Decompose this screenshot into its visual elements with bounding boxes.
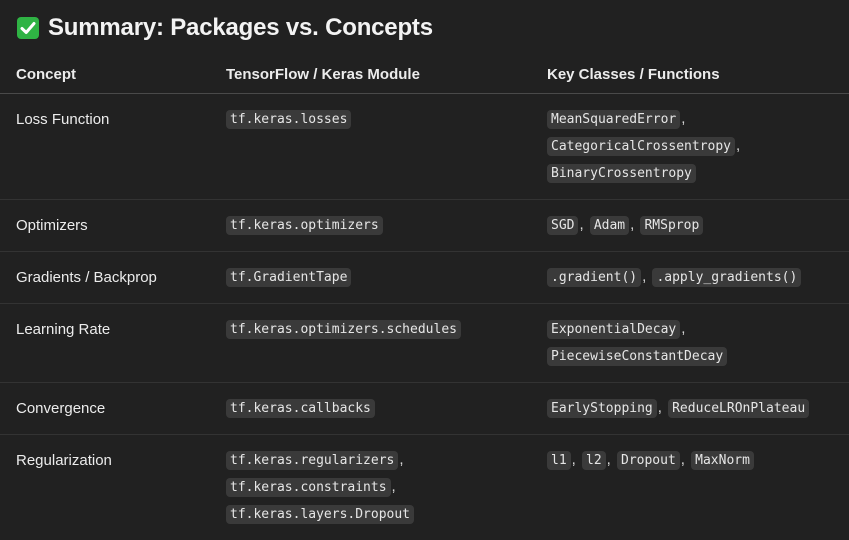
function-code: .gradient() bbox=[547, 268, 641, 287]
module-cell: tf.keras.optimizers.schedules bbox=[210, 304, 531, 383]
page-title: Summary: Packages vs. Concepts bbox=[16, 14, 433, 42]
function-code: l1 bbox=[547, 451, 571, 470]
functions-cell: SGD, Adam, RMSprop bbox=[531, 200, 849, 252]
module-cell: tf.keras.losses bbox=[210, 94, 531, 200]
module-code: tf.GradientTape bbox=[226, 268, 351, 287]
comma-separator: , bbox=[579, 216, 583, 233]
table-row: Learning Rate tf.keras.optimizers.schedul… bbox=[0, 304, 849, 383]
table-header-row: Concept TensorFlow / Keras Module Key Cl… bbox=[0, 56, 849, 94]
comma-separator: , bbox=[607, 451, 611, 468]
comma-separator: , bbox=[681, 451, 685, 468]
check-mark-button-icon bbox=[16, 16, 40, 40]
column-header-functions: Key Classes / Functions bbox=[531, 56, 849, 94]
page-title-text: Summary: Packages vs. Concepts bbox=[48, 14, 433, 42]
comma-separator: , bbox=[392, 478, 396, 495]
table-row: Gradients / Backprop tf.GradientTape .grad… bbox=[0, 252, 849, 304]
function-code: RMSprop bbox=[640, 216, 703, 235]
concept-cell: Convergence bbox=[0, 383, 210, 435]
function-code: l2 bbox=[582, 451, 606, 470]
module-cell: tf.keras.optimizers bbox=[210, 200, 531, 252]
concept-cell: Learning Rate bbox=[0, 304, 210, 383]
function-code: BinaryCrossentropy bbox=[547, 164, 696, 183]
column-header-module: TensorFlow / Keras Module bbox=[210, 56, 531, 94]
module-code: tf.keras.layers.Dropout bbox=[226, 505, 414, 524]
functions-cell: ExponentialDecay, PiecewiseConstantDecay bbox=[531, 304, 849, 383]
function-code: SGD bbox=[547, 216, 578, 235]
comma-separator: , bbox=[572, 451, 576, 468]
comma-separator: , bbox=[681, 110, 685, 127]
table-row: Convergence tf.keras.callbacks EarlyStoppi… bbox=[0, 383, 849, 435]
function-code: ExponentialDecay bbox=[547, 320, 680, 339]
function-code: CategoricalCrossentropy bbox=[547, 137, 735, 156]
comma-separator: , bbox=[642, 268, 646, 285]
comma-separator: , bbox=[399, 451, 403, 468]
concept-cell: Gradients / Backprop bbox=[0, 252, 210, 304]
function-code: PiecewiseConstantDecay bbox=[547, 347, 727, 366]
function-code: ReduceLROnPlateau bbox=[668, 399, 809, 418]
table-row: Loss Function tf.keras.losses MeanSquaredE… bbox=[0, 94, 849, 200]
function-code: Dropout bbox=[617, 451, 680, 470]
comma-separator: , bbox=[630, 216, 634, 233]
module-code: tf.keras.optimizers bbox=[226, 216, 383, 235]
comma-separator: , bbox=[658, 399, 662, 416]
functions-cell: EarlyStopping, ReduceLROnPlateau bbox=[531, 383, 849, 435]
functions-cell: MeanSquaredError, CategoricalCrossentrop… bbox=[531, 94, 849, 200]
module-code: tf.keras.regularizers bbox=[226, 451, 398, 470]
table-row: Regularizationtf.keras.regularizers, tf.… bbox=[0, 435, 849, 540]
concept-cell: Optimizers bbox=[0, 200, 210, 252]
module-cell: tf.GradientTape bbox=[210, 252, 531, 304]
functions-cell: l1, l2, Dropout, MaxNorm bbox=[531, 435, 849, 540]
module-cell: tf.keras.regularizers, tf.keras.constrai… bbox=[210, 435, 531, 540]
table-row: Optimizers tf.keras.optimizers SGD, Adam, … bbox=[0, 200, 849, 252]
module-code: tf.keras.constraints bbox=[226, 478, 391, 497]
function-code: MeanSquaredError bbox=[547, 110, 680, 129]
module-code: tf.keras.losses bbox=[226, 110, 351, 129]
module-cell: tf.keras.callbacks bbox=[210, 383, 531, 435]
function-code: Adam bbox=[590, 216, 629, 235]
module-code: tf.keras.optimizers.schedules bbox=[226, 320, 461, 339]
summary-table: Concept TensorFlow / Keras Module Key Cl… bbox=[0, 56, 849, 540]
column-header-concept: Concept bbox=[0, 56, 210, 94]
concept-cell: Regularization bbox=[0, 435, 210, 540]
concept-cell: Loss Function bbox=[0, 94, 210, 200]
function-code: MaxNorm bbox=[691, 451, 754, 470]
module-code: tf.keras.callbacks bbox=[226, 399, 375, 418]
comma-separator: , bbox=[736, 137, 740, 154]
comma-separator: , bbox=[681, 320, 685, 337]
table-body: Loss Function tf.keras.losses MeanSquaredE… bbox=[0, 94, 849, 540]
functions-cell: .gradient(), .apply_gradients() bbox=[531, 252, 849, 304]
function-code: EarlyStopping bbox=[547, 399, 657, 418]
function-code: .apply_gradients() bbox=[652, 268, 801, 287]
